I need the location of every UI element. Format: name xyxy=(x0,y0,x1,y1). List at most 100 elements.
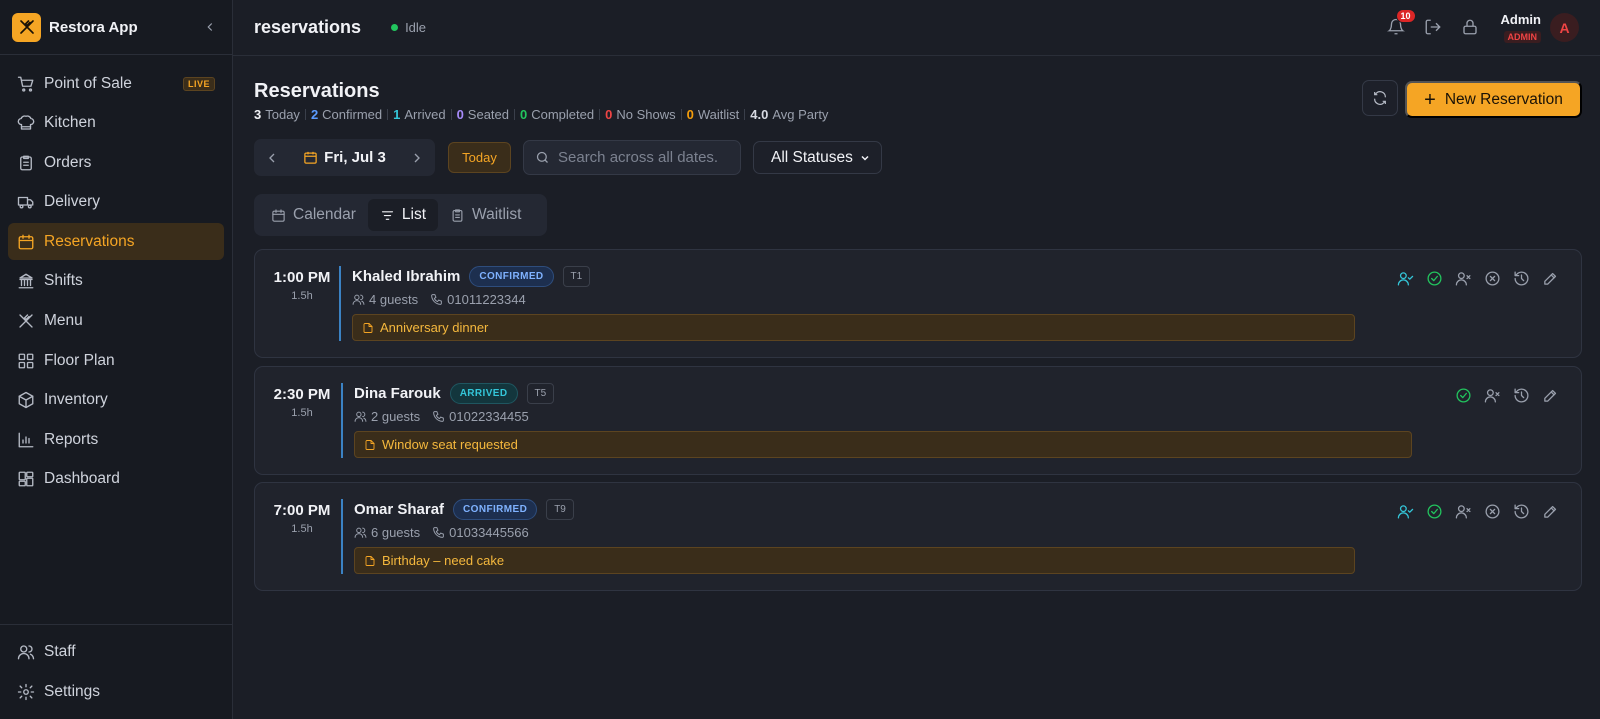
stat-label-confirmed: Confirmed xyxy=(322,107,383,122)
user-name: Admin xyxy=(1500,12,1541,27)
cancel-icon xyxy=(1485,504,1500,519)
status-badge: CONFIRMED xyxy=(453,499,538,520)
history-button[interactable] xyxy=(1513,270,1530,287)
new-reservation-button[interactable]: + New Reservation xyxy=(1405,81,1582,118)
chevron-right-icon xyxy=(414,153,420,162)
sidebar-item-orders[interactable]: Orders xyxy=(8,144,224,181)
sidebar-item-inventory[interactable]: Inventory xyxy=(8,382,224,419)
stat-value-no-shows: 0 xyxy=(605,107,613,122)
stat-label-arrived: Arrived xyxy=(404,107,446,122)
reservation-duration: 1.5h xyxy=(291,407,313,419)
tab-label: Waitlist xyxy=(472,206,522,223)
sidebar-item-settings[interactable]: Settings xyxy=(8,673,224,710)
edit-button[interactable] xyxy=(1542,503,1559,520)
calendar-icon xyxy=(304,151,317,164)
note-text: Birthday – need cake xyxy=(382,553,505,568)
edit-icon xyxy=(1544,505,1557,518)
gear-icon xyxy=(17,683,35,701)
next-day-button[interactable] xyxy=(409,150,425,166)
page-title: Reservations xyxy=(254,80,380,102)
seat-button[interactable] xyxy=(1397,270,1414,287)
guests-icon xyxy=(354,411,367,422)
sidebar-item-floor-plan[interactable]: Floor Plan xyxy=(8,342,224,379)
history-button[interactable] xyxy=(1513,387,1530,404)
reservation-stats: 3 Today 2 Confirmed 1 Arrived 0 Seated 0 Complete… xyxy=(254,107,828,122)
sidebar-item-kitchen[interactable]: Kitchen xyxy=(8,105,224,142)
landmark-icon xyxy=(18,274,34,289)
complete-button[interactable] xyxy=(1426,503,1443,520)
reservation-card[interactable]: 2:30 PM 1.5h Dina Farouk ARRIVED T5 2 gu… xyxy=(254,366,1582,475)
sidebar-item-reservations[interactable]: Reservations xyxy=(8,223,224,261)
reservation-card[interactable]: 7:00 PM 1.5h Omar Sharaf CONFIRMED T9 6 … xyxy=(254,482,1582,591)
history-button[interactable] xyxy=(1513,503,1530,520)
complete-icon xyxy=(1456,388,1471,403)
edit-button[interactable] xyxy=(1542,387,1559,404)
tab-label: Calendar xyxy=(293,206,356,223)
sidebar-item-shifts[interactable]: Shifts xyxy=(8,263,224,300)
no-show-button[interactable] xyxy=(1484,387,1501,404)
sidebar-item-dashboard[interactable]: Dashboard xyxy=(8,461,224,498)
status-filter-select[interactable]: All Statuses xyxy=(753,141,882,174)
today-button[interactable]: Today xyxy=(448,142,511,173)
logout-button[interactable] xyxy=(1424,18,1444,38)
sidebar-item-staff[interactable]: Staff xyxy=(8,634,224,671)
no-show-icon xyxy=(1455,272,1471,286)
collapse-sidebar-button[interactable] xyxy=(200,17,220,37)
stat-divider xyxy=(599,109,601,120)
sidebar-item-delivery[interactable]: Delivery xyxy=(8,184,224,221)
sidebar-item-menu[interactable]: Menu xyxy=(8,303,224,340)
tab-list[interactable]: List xyxy=(367,199,439,231)
selected-date: Fri, Jul 3 xyxy=(324,149,386,166)
table-tag: T9 xyxy=(546,499,574,520)
no-show-button[interactable] xyxy=(1455,270,1472,287)
seat-icon xyxy=(1397,272,1414,286)
top-bar: reservations Idle 10 Admin ADMIN A xyxy=(233,0,1600,56)
refresh-button[interactable] xyxy=(1362,80,1398,116)
status-indicator xyxy=(391,24,399,31)
stat-label-today: Today xyxy=(265,107,300,122)
sidebar-item-label: Point of Sale xyxy=(44,74,132,92)
tab-calendar[interactable]: Calendar xyxy=(259,199,368,231)
phone-icon xyxy=(433,411,445,422)
sidebar-item-label: Inventory xyxy=(44,391,108,409)
cancel-button[interactable] xyxy=(1484,270,1501,287)
seat-icon xyxy=(1397,505,1414,519)
complete-button[interactable] xyxy=(1426,270,1443,287)
complete-button[interactable] xyxy=(1455,387,1472,404)
timeline-divider xyxy=(341,383,343,458)
no-show-button[interactable] xyxy=(1455,503,1472,520)
user-role-badge: ADMIN xyxy=(1503,31,1541,43)
stat-divider xyxy=(744,109,746,120)
phone-icon xyxy=(431,294,443,305)
search-box xyxy=(523,140,741,175)
no-show-icon xyxy=(1455,505,1471,519)
reservation-card[interactable]: 1:00 PM 1.5h Khaled Ibrahim CONFIRMED T1… xyxy=(254,249,1582,358)
package-icon xyxy=(18,392,34,409)
reservation-actions xyxy=(1443,387,1559,404)
stat-divider xyxy=(304,109,306,120)
notifications-button[interactable]: 10 xyxy=(1386,8,1416,38)
cancel-button[interactable] xyxy=(1484,503,1501,520)
reservation-duration: 1.5h xyxy=(291,290,313,302)
tab-waitlist[interactable]: Waitlist xyxy=(438,199,533,231)
grid-icon xyxy=(18,353,34,369)
reservation-actions xyxy=(1385,270,1559,287)
sidebar-item-label: Menu xyxy=(44,312,83,330)
sidebar-item-reports[interactable]: Reports xyxy=(8,421,224,458)
stat-label-avg-party: Avg Party xyxy=(772,107,829,122)
sidebar-item-point-of-sale[interactable]: Point of Sale LIVE xyxy=(8,65,224,102)
guests-icon xyxy=(352,294,365,305)
seat-button[interactable] xyxy=(1397,503,1414,520)
previous-day-button[interactable] xyxy=(264,150,280,166)
edit-button[interactable] xyxy=(1542,270,1559,287)
stat-value-avg-party: 4.0 xyxy=(750,107,769,122)
lock-button[interactable] xyxy=(1461,18,1481,38)
phone-number: 01033445566 xyxy=(449,525,529,540)
stat-value-completed: 0 xyxy=(520,107,528,122)
user-info: Admin ADMIN xyxy=(1501,12,1541,43)
date-picker[interactable]: Fri, Jul 3 xyxy=(303,149,386,166)
stat-value-waitlist: 0 xyxy=(686,107,694,122)
search-input[interactable] xyxy=(558,149,718,166)
avatar[interactable]: A xyxy=(1550,13,1579,42)
list-icon xyxy=(381,210,393,220)
